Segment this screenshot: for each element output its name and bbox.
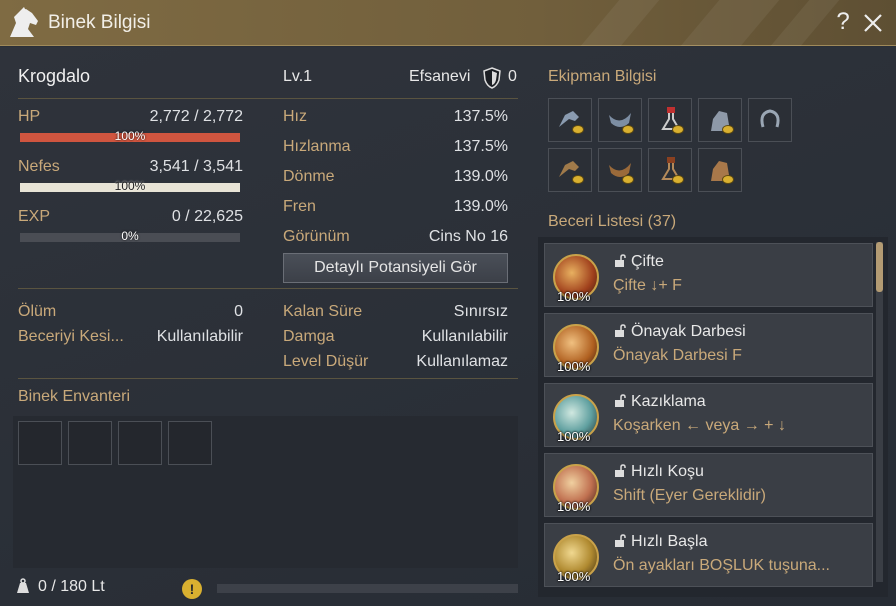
skill-cancel-value: Kullanılabilir: [156, 328, 243, 345]
inventory-slot[interactable]: [168, 421, 212, 465]
attr-speed-value: 137.5%: [453, 108, 508, 125]
attr-brake-value: 139.0%: [453, 198, 508, 215]
hp-percent: 100%: [114, 129, 146, 143]
unlock-icon: [615, 464, 626, 477]
help-icon[interactable]: ?: [832, 9, 854, 35]
skill-name: Kazıklama: [631, 393, 706, 410]
skill-percent: 100%: [557, 429, 591, 444]
unlock-icon: [615, 534, 626, 547]
level-down-value: Kullanılamaz: [416, 353, 508, 370]
weight-icon: [17, 578, 29, 593]
mount-grade: Efsanevi: [409, 68, 471, 85]
skill-percent: 100%: [557, 569, 591, 584]
skill-item[interactable]: 100% Kazıklama Koşarken ← veya → + ↓: [544, 383, 873, 447]
attr-accel-value: 137.5%: [453, 138, 508, 155]
scrollbar-thumb[interactable]: [876, 242, 883, 292]
stamina-percent: 100%: [114, 179, 146, 193]
attr-brake-label: Fren: [283, 198, 316, 215]
attr-look-label: Görünüm: [283, 228, 350, 245]
horseshoe-icon: [760, 109, 780, 128]
equip-slot-saddle[interactable]: [598, 98, 642, 142]
remaining-label: Kalan Süre: [283, 303, 363, 320]
skill-name: Önayak Darbesi: [631, 323, 746, 340]
equip-slot-helmet[interactable]: [548, 98, 592, 142]
skill-list-title: Beceri Listesi (37): [548, 213, 677, 230]
window-title: Binek Bilgisi: [48, 12, 151, 33]
equip-slot-barding-2[interactable]: [698, 148, 742, 192]
inventory-slot[interactable]: [118, 421, 162, 465]
skill-percent: 100%: [557, 289, 591, 304]
equip-slot-stirrup-2[interactable]: [648, 148, 692, 192]
attr-turn-value: 139.0%: [453, 168, 508, 185]
equip-slot-helmet-2[interactable]: [548, 148, 592, 192]
exp-bar: 0%: [20, 229, 240, 243]
skill-name: Çifte: [631, 253, 664, 270]
hp-bar: 100%: [20, 129, 240, 143]
skill-item[interactable]: 100% Hızlı Koşu Shift (Eyer Gereklidir): [544, 453, 873, 517]
remaining-value: Sınırsız: [453, 303, 508, 320]
shield-icon: [483, 67, 501, 89]
horse-head-icon: [10, 7, 38, 37]
equip-slot-saddle-2[interactable]: [598, 148, 642, 192]
death-label: Ölüm: [18, 303, 57, 320]
skill-command: Çifte ↓+ F: [613, 277, 682, 294]
skill-command: Önayak Darbesi F: [613, 347, 742, 364]
weight-bar: [217, 584, 518, 593]
equip-slot-stirrup[interactable]: [648, 98, 692, 142]
stamina-label: Nefes: [18, 158, 60, 175]
inventory-title: Binek Envanteri: [18, 388, 131, 405]
skill-command: Ön ayakları BOŞLUK tuşuna...: [613, 557, 830, 574]
unlock-icon: [615, 254, 626, 267]
potential-button[interactable]: Detaylı Potansiyeli Gör: [283, 253, 508, 283]
inventory-weight: 0 / 180 Lt: [38, 578, 105, 595]
skill-percent: 100%: [557, 359, 591, 374]
exp-value: 0 / 22,625: [171, 208, 243, 225]
death-value: 0: [234, 303, 243, 320]
inventory-slot[interactable]: [18, 421, 62, 465]
divider: [18, 98, 518, 99]
close-icon[interactable]: [860, 10, 886, 36]
stamp-value: Kullanılabilir: [421, 328, 508, 345]
hp-label: HP: [18, 108, 41, 125]
skill-scrollbar[interactable]: [876, 242, 883, 582]
level-down-label: Level Düşür: [283, 353, 369, 370]
stamp-label: Damga: [283, 328, 335, 345]
attr-look-value: Cins No 16: [428, 228, 508, 245]
stamina-value: 3,541 / 3,541: [149, 158, 243, 175]
skill-item[interactable]: 100% Çifte Çifte ↓+ F: [544, 243, 873, 307]
mount-level: Lv.1: [283, 68, 313, 85]
attr-accel-label: Hızlanma: [283, 138, 351, 155]
skill-name: Hızlı Koşu: [631, 463, 704, 480]
skill-command: Koşarken ← veya → + ↓: [613, 417, 786, 434]
stamina-bar: 100%: [20, 179, 240, 193]
skill-command: Shift (Eyer Gereklidir): [613, 487, 766, 504]
equipment-title: Ekipman Bilgisi: [548, 68, 657, 85]
hp-value: 2,772 / 2,772: [149, 108, 243, 125]
mount-name: Krogdalo: [18, 66, 91, 86]
skill-item[interactable]: 100% Önayak Darbesi Önayak Darbesi F: [544, 313, 873, 377]
inventory-slot[interactable]: [68, 421, 112, 465]
exp-label: EXP: [18, 208, 51, 225]
exp-percent: 0%: [121, 229, 139, 243]
skill-percent: 100%: [557, 499, 591, 514]
attr-speed-label: Hız: [283, 108, 307, 125]
equip-slot-barding[interactable]: [698, 98, 742, 142]
skill-cancel-label: Beceriyi Kesi...: [18, 328, 124, 345]
warning-icon[interactable]: !: [182, 579, 202, 599]
title-bar: Binek Bilgisi ?: [0, 0, 896, 46]
unlock-icon: [615, 394, 626, 407]
skill-item[interactable]: 100% Hızlı Başla Ön ayakları BOŞLUK tuşu…: [544, 523, 873, 587]
divider: [18, 378, 518, 379]
grade-value: 0: [508, 68, 517, 85]
divider: [18, 288, 518, 289]
equip-slot-horseshoe[interactable]: [748, 98, 792, 142]
unlock-icon: [615, 324, 626, 337]
skill-name: Hızlı Başla: [631, 533, 708, 550]
attr-turn-label: Dönme: [283, 168, 335, 185]
